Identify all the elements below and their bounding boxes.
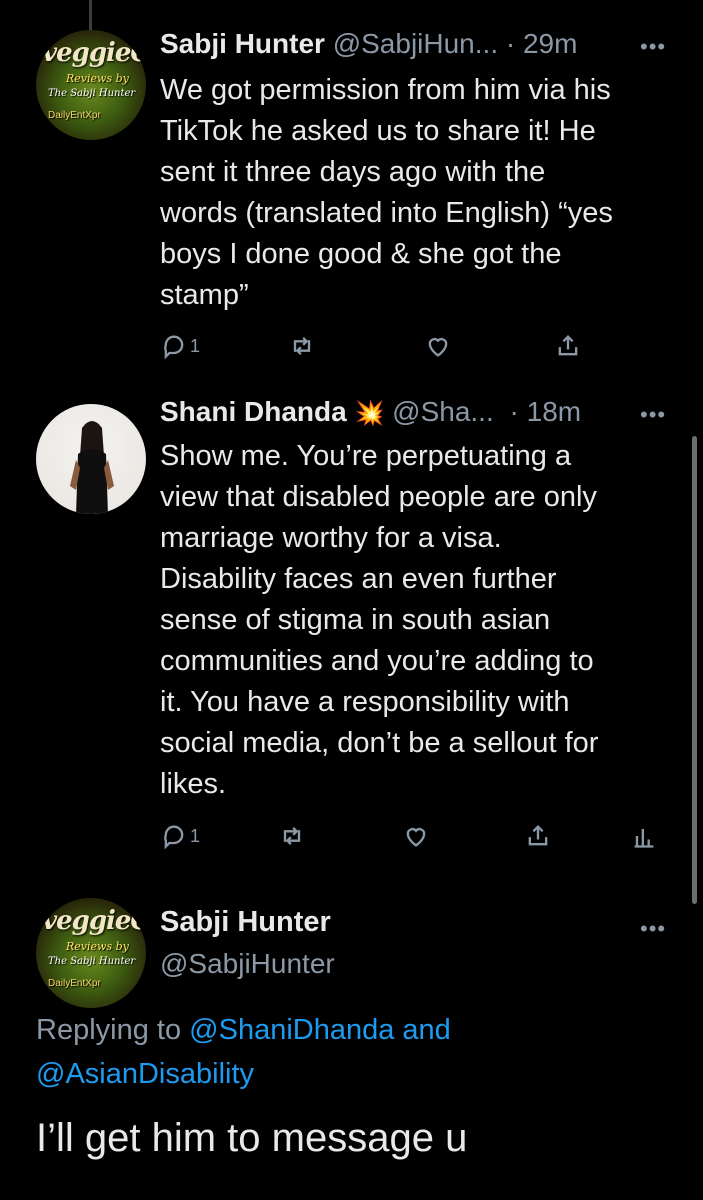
timestamp[interactable]: · 18m xyxy=(510,396,582,427)
analytics-icon xyxy=(634,829,654,848)
share-button[interactable] xyxy=(524,822,552,850)
analytics-button[interactable] xyxy=(630,822,658,850)
share-icon xyxy=(558,335,578,356)
person-photo xyxy=(70,421,114,514)
like-button[interactable] xyxy=(424,332,452,360)
tweet-sabji-1[interactable]: veggieG Reviews by The Sabji Hunter Dail… xyxy=(0,0,703,390)
tweet-actions: 1 xyxy=(160,822,660,862)
avatar-brand-text: veggieG xyxy=(42,38,146,68)
user-handle[interactable]: @Sha... xyxy=(392,396,494,427)
like-button[interactable] xyxy=(402,822,430,850)
retweet-button[interactable] xyxy=(288,332,316,360)
avatar[interactable]: veggieG Reviews by The Sabji Hunter Dail… xyxy=(36,898,146,1008)
user-handle[interactable]: @SabjiHun... xyxy=(333,28,498,59)
tweet-header: Sabji Hunter @SabjiHun... · 29m xyxy=(160,28,577,60)
replying-prefix: Replying to xyxy=(36,1014,182,1046)
replying-to: Replying to @ShaniDhanda and @AsianDisab… xyxy=(36,1008,676,1096)
avatar-line: The Sabji Hunter xyxy=(48,956,136,967)
main-tweet-text: I’ll get him to message u xyxy=(36,1116,468,1160)
avatar-line: Reviews by xyxy=(66,72,129,85)
reply-icon xyxy=(164,825,184,850)
mention-link[interactable]: @AsianDisability xyxy=(36,1058,254,1090)
tweet-text: Show me. You’re perpetuating a view that… xyxy=(160,440,599,800)
more-icon[interactable]: ••• xyxy=(640,916,666,942)
timestamp[interactable]: · 29m xyxy=(506,28,578,59)
avatar-line: DailyEntXpr xyxy=(48,110,101,121)
display-name[interactable]: Shani Dhanda xyxy=(160,396,347,427)
share-button[interactable] xyxy=(554,332,582,360)
and-word: and xyxy=(402,1014,451,1046)
tweet-header: Shani Dhanda 💥 @Sha... · 18m xyxy=(160,396,581,428)
avatar-line: The Sabji Hunter xyxy=(48,88,136,99)
avatar-line: Reviews by xyxy=(66,940,129,953)
reply-count: 1 xyxy=(190,825,201,846)
avatar-brand-text: veggieG xyxy=(42,906,146,936)
like-icon xyxy=(428,338,448,357)
retweet-icon xyxy=(293,337,311,355)
sparkle-emoji-icon: 💥 xyxy=(354,400,385,427)
retweet-icon xyxy=(283,827,301,845)
mention-link[interactable]: @ShaniDhanda xyxy=(189,1014,394,1046)
avatar[interactable]: veggieG Reviews by The Sabji Hunter Dail… xyxy=(36,30,146,140)
main-tweet[interactable]: veggieG Reviews by The Sabji Hunter Dail… xyxy=(0,890,703,1200)
tweet-actions: 1 xyxy=(160,332,600,372)
reply-button[interactable]: 1 xyxy=(160,822,200,850)
display-name[interactable]: Sabji Hunter xyxy=(160,906,331,939)
tweet-shani[interactable]: Shani Dhanda 💥 @Sha... · 18m ••• Show me… xyxy=(0,390,703,890)
avatar[interactable] xyxy=(36,404,146,514)
like-icon xyxy=(406,828,426,847)
avatar-line: DailyEntXpr xyxy=(48,978,101,989)
reply-icon xyxy=(164,335,184,360)
user-handle[interactable]: @SabjiHunter xyxy=(160,948,335,980)
reply-count: 1 xyxy=(190,335,201,356)
reply-button[interactable]: 1 xyxy=(160,332,200,360)
display-name[interactable]: Sabji Hunter xyxy=(160,28,325,59)
share-icon xyxy=(528,825,548,846)
more-icon[interactable]: ••• xyxy=(640,402,666,428)
tweet-text: We got permission from him via his TikTo… xyxy=(160,74,613,311)
scrollbar[interactable] xyxy=(692,436,697,904)
retweet-button[interactable] xyxy=(278,822,306,850)
more-icon[interactable]: ••• xyxy=(640,34,666,60)
